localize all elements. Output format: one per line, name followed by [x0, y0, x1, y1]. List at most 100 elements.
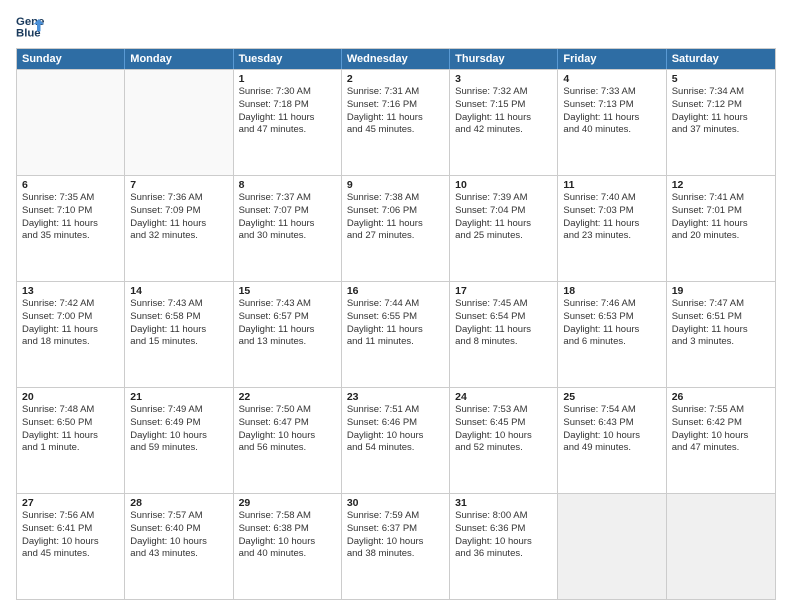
cell-info-line: Sunset: 7:07 PM: [239, 205, 336, 218]
cell-info-line: Sunrise: 7:32 AM: [455, 86, 552, 99]
cell-info-line: Sunset: 6:51 PM: [672, 311, 770, 324]
cell-info-line: Daylight: 11 hours: [672, 218, 770, 231]
cell-info-line: Daylight: 11 hours: [130, 324, 227, 337]
cell-info-line: Daylight: 10 hours: [347, 430, 444, 443]
day-cell-11: 11Sunrise: 7:40 AMSunset: 7:03 PMDayligh…: [558, 176, 666, 281]
day-number: 20: [22, 391, 119, 403]
cell-info-line: Sunrise: 7:50 AM: [239, 404, 336, 417]
cell-info-line: Sunset: 6:54 PM: [455, 311, 552, 324]
cell-info-line: and 36 minutes.: [455, 548, 552, 561]
day-number: 3: [455, 73, 552, 85]
cell-info-line: Daylight: 10 hours: [455, 430, 552, 443]
cell-info-line: Daylight: 10 hours: [672, 430, 770, 443]
day-number: 6: [22, 179, 119, 191]
cell-info-line: Daylight: 11 hours: [130, 218, 227, 231]
cell-info-line: Sunrise: 7:47 AM: [672, 298, 770, 311]
day-number: 16: [347, 285, 444, 297]
cell-info-line: Daylight: 11 hours: [347, 112, 444, 125]
cell-info-line: and 8 minutes.: [455, 336, 552, 349]
cell-info-line: Sunset: 7:12 PM: [672, 99, 770, 112]
cell-info-line: and 38 minutes.: [347, 548, 444, 561]
cell-info-line: Daylight: 10 hours: [347, 536, 444, 549]
day-cell-13: 13Sunrise: 7:42 AMSunset: 7:00 PMDayligh…: [17, 282, 125, 387]
weekday-header-sunday: Sunday: [17, 49, 125, 69]
calendar-row-1: 6Sunrise: 7:35 AMSunset: 7:10 PMDaylight…: [17, 175, 775, 281]
cell-info-line: Sunrise: 7:40 AM: [563, 192, 660, 205]
day-cell-4: 4Sunrise: 7:33 AMSunset: 7:13 PMDaylight…: [558, 70, 666, 175]
cell-info-line: Daylight: 11 hours: [22, 430, 119, 443]
cell-info-line: and 6 minutes.: [563, 336, 660, 349]
cell-info-line: Sunset: 7:10 PM: [22, 205, 119, 218]
day-cell-18: 18Sunrise: 7:46 AMSunset: 6:53 PMDayligh…: [558, 282, 666, 387]
cell-info-line: and 47 minutes.: [672, 442, 770, 455]
cell-info-line: Sunrise: 7:59 AM: [347, 510, 444, 523]
cell-info-line: and 37 minutes.: [672, 124, 770, 137]
cell-info-line: Daylight: 10 hours: [563, 430, 660, 443]
weekday-header-friday: Friday: [558, 49, 666, 69]
cell-info-line: Sunrise: 7:43 AM: [239, 298, 336, 311]
cell-info-line: Daylight: 11 hours: [455, 218, 552, 231]
cell-info-line: and 1 minute.: [22, 442, 119, 455]
cell-info-line: and 18 minutes.: [22, 336, 119, 349]
cell-info-line: Sunset: 6:41 PM: [22, 523, 119, 536]
day-cell-22: 22Sunrise: 7:50 AMSunset: 6:47 PMDayligh…: [234, 388, 342, 493]
cell-info-line: Daylight: 10 hours: [130, 536, 227, 549]
empty-cell-0-0: [17, 70, 125, 175]
cell-info-line: and 56 minutes.: [239, 442, 336, 455]
cell-info-line: Daylight: 10 hours: [22, 536, 119, 549]
day-cell-1: 1Sunrise: 7:30 AMSunset: 7:18 PMDaylight…: [234, 70, 342, 175]
empty-cell-4-5: [558, 494, 666, 599]
cell-info-line: and 15 minutes.: [130, 336, 227, 349]
day-number: 23: [347, 391, 444, 403]
cell-info-line: Sunrise: 7:58 AM: [239, 510, 336, 523]
cell-info-line: Daylight: 11 hours: [563, 324, 660, 337]
day-cell-10: 10Sunrise: 7:39 AMSunset: 7:04 PMDayligh…: [450, 176, 558, 281]
cell-info-line: Sunset: 7:18 PM: [239, 99, 336, 112]
cell-info-line: Sunrise: 7:41 AM: [672, 192, 770, 205]
cell-info-line: Sunrise: 7:39 AM: [455, 192, 552, 205]
cell-info-line: Sunset: 6:53 PM: [563, 311, 660, 324]
cell-info-line: Daylight: 11 hours: [22, 218, 119, 231]
day-number: 11: [563, 179, 660, 191]
day-number: 29: [239, 497, 336, 509]
cell-info-line: Sunset: 6:46 PM: [347, 417, 444, 430]
day-cell-9: 9Sunrise: 7:38 AMSunset: 7:06 PMDaylight…: [342, 176, 450, 281]
cell-info-line: Sunset: 6:57 PM: [239, 311, 336, 324]
day-number: 15: [239, 285, 336, 297]
weekday-header-tuesday: Tuesday: [234, 49, 342, 69]
cell-info-line: Daylight: 11 hours: [455, 324, 552, 337]
cell-info-line: Daylight: 11 hours: [239, 218, 336, 231]
day-cell-27: 27Sunrise: 7:56 AMSunset: 6:41 PMDayligh…: [17, 494, 125, 599]
day-number: 31: [455, 497, 552, 509]
logo: General Blue: [16, 12, 50, 40]
day-cell-7: 7Sunrise: 7:36 AMSunset: 7:09 PMDaylight…: [125, 176, 233, 281]
cell-info-line: Sunrise: 7:30 AM: [239, 86, 336, 99]
cell-info-line: and 49 minutes.: [563, 442, 660, 455]
cell-info-line: Daylight: 11 hours: [672, 112, 770, 125]
cell-info-line: Sunrise: 7:42 AM: [22, 298, 119, 311]
day-cell-21: 21Sunrise: 7:49 AMSunset: 6:49 PMDayligh…: [125, 388, 233, 493]
day-number: 28: [130, 497, 227, 509]
cell-info-line: Daylight: 11 hours: [455, 112, 552, 125]
cell-info-line: and 54 minutes.: [347, 442, 444, 455]
cell-info-line: Daylight: 11 hours: [563, 112, 660, 125]
cell-info-line: and 45 minutes.: [347, 124, 444, 137]
day-cell-30: 30Sunrise: 7:59 AMSunset: 6:37 PMDayligh…: [342, 494, 450, 599]
day-number: 18: [563, 285, 660, 297]
cell-info-line: Sunset: 7:16 PM: [347, 99, 444, 112]
cell-info-line: Sunset: 6:38 PM: [239, 523, 336, 536]
cell-info-line: Sunrise: 7:36 AM: [130, 192, 227, 205]
cell-info-line: Sunrise: 7:56 AM: [22, 510, 119, 523]
weekday-header-thursday: Thursday: [450, 49, 558, 69]
calendar-row-2: 13Sunrise: 7:42 AMSunset: 7:00 PMDayligh…: [17, 281, 775, 387]
day-number: 9: [347, 179, 444, 191]
day-number: 8: [239, 179, 336, 191]
day-cell-12: 12Sunrise: 7:41 AMSunset: 7:01 PMDayligh…: [667, 176, 775, 281]
cell-info-line: Daylight: 11 hours: [672, 324, 770, 337]
day-number: 7: [130, 179, 227, 191]
cell-info-line: Sunset: 7:13 PM: [563, 99, 660, 112]
cell-info-line: and 47 minutes.: [239, 124, 336, 137]
cell-info-line: and 45 minutes.: [22, 548, 119, 561]
day-cell-2: 2Sunrise: 7:31 AMSunset: 7:16 PMDaylight…: [342, 70, 450, 175]
day-cell-26: 26Sunrise: 7:55 AMSunset: 6:42 PMDayligh…: [667, 388, 775, 493]
